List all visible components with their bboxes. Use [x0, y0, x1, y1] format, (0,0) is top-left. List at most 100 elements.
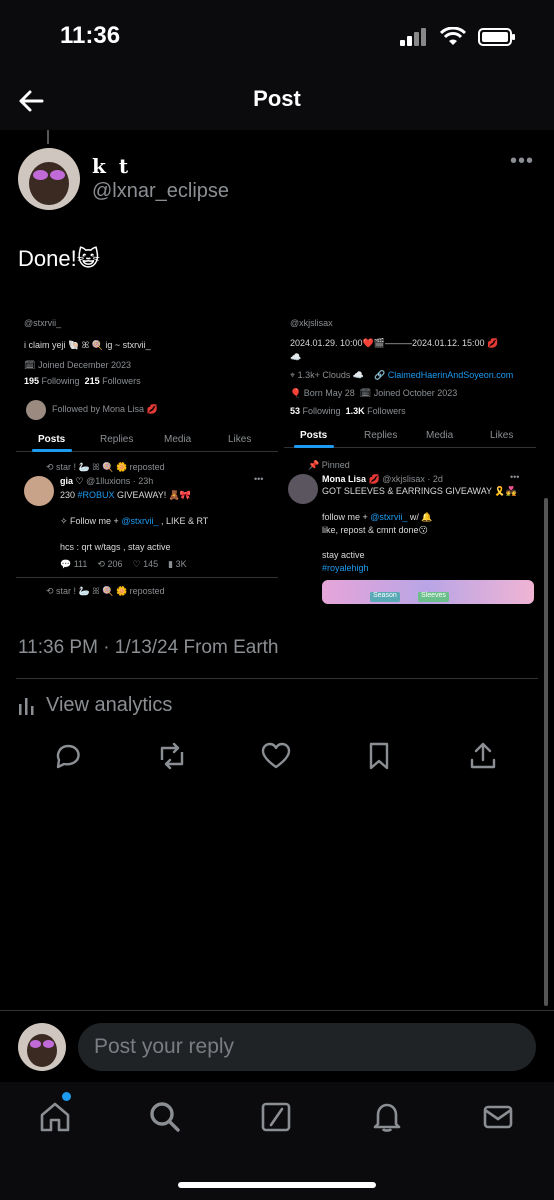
left-tab-replies: Replies [100, 434, 134, 445]
left-like-count: 145 [143, 559, 159, 569]
left-tweet-line2-pre: ✧ Follow me + [60, 516, 122, 526]
cellular-signal-icon [400, 28, 426, 46]
left-follow-counts: 195 Following 215 Followers [24, 376, 141, 386]
left-repost-indicator: ⟲ star ! 🦢 ꕤ 🍭 🌼 reposted [46, 462, 165, 472]
right-following-count: 53 [290, 406, 301, 416]
right-tweet-line2: follow me + @stxrvii_ w/ 🔔 [322, 512, 433, 523]
left-reposted-by-2: star ! 🦢 ꕤ 🍭 🌼 reposted [56, 586, 165, 596]
post-action-bar [0, 740, 554, 776]
right-tab-underline [294, 445, 334, 448]
right-born: 🎈 Born May 28 🗓 Joined October 2023 [290, 388, 458, 398]
top-app-bar: Post [0, 78, 554, 130]
right-tab-replies: Replies [364, 430, 398, 441]
my-avatar [18, 1023, 66, 1071]
bottom-navigation [0, 1082, 554, 1200]
divider-1 [16, 678, 538, 679]
reply-icon[interactable] [52, 740, 84, 772]
right-location: ⌖ 1.3k+ Clouds ☁️ [290, 370, 365, 380]
right-follow-counts: 53 Following 1.3K Followers [290, 406, 406, 416]
post-text: Done!😺 [18, 246, 100, 271]
right-tweet-more-icon: ••• [510, 472, 520, 482]
left-profile-bio: i claim yeji 🐚 ꕤ 🍭 ig ~ stxrvii_ [24, 340, 151, 350]
right-profile-bio: 2024.01.29. 10:00❤️🎬———2024.01.12. 15:00… [290, 338, 499, 348]
right-tweet-line4: stay active [322, 550, 365, 560]
left-tweet-header: gia ♡ @1lluxions · 23h [60, 476, 153, 487]
author-handle[interactable]: @lxnar_eclipse [92, 180, 229, 203]
status-bar: 11:36 [0, 0, 554, 78]
analytics-icon [19, 697, 34, 715]
left-repost-count: 206 [107, 559, 123, 569]
right-profile-tabs: Posts Replies Media Likes [284, 426, 536, 448]
more-options-icon[interactable]: ••• [510, 150, 534, 173]
right-tab-media: Media [426, 430, 454, 441]
left-reply-count: 111 [73, 559, 88, 569]
left-followers-label: Followers [102, 376, 141, 386]
left-tab-media: Media [164, 434, 192, 445]
grok-icon[interactable] [259, 1100, 293, 1134]
media-left-profile: @stxrvii_ i claim yeji 🐚 ꕤ 🍭 ig ~ stxrvi… [16, 298, 278, 604]
right-tweet-name: Mona Lisa 💋 [322, 474, 380, 484]
left-tab-underline [32, 449, 72, 452]
repost-icon[interactable] [156, 740, 188, 772]
home-indicator-bar[interactable] [178, 1182, 376, 1188]
thread-connector [47, 130, 49, 144]
right-tweet-header: Mona Lisa 💋 @xkjslisax · 2d [322, 474, 443, 485]
left-tweet-more-icon: ••• [254, 474, 264, 484]
left-tab-likes: Likes [228, 434, 252, 445]
right-pinned-text: Pinned [321, 460, 350, 470]
right-tweet-image: Season Sleeves [322, 580, 534, 604]
right-followers-label: Followers [367, 406, 406, 416]
right-tweet-line2-post: w/ 🔔 [407, 512, 433, 522]
right-location-text: 1.3k+ Clouds ☁️ [297, 370, 365, 380]
left-joined-text: Joined December 2023 [37, 360, 131, 370]
share-icon[interactable] [467, 740, 499, 772]
right-followers-count: 1.3K [345, 406, 365, 416]
promo-chip-sleeves: Sleeves [418, 592, 449, 602]
left-tweet-line2: ✧ Follow me + @stxrvii_ , LIKE & RT [60, 516, 208, 527]
left-tweet-line1-pre: 230 [60, 490, 78, 500]
messages-envelope-icon[interactable] [481, 1100, 515, 1134]
tweet-avatar-mona [288, 474, 318, 504]
right-tweet-handle: @xkjslisax · 2d [382, 474, 443, 484]
right-tweet-line3: like, repost & cmnt done😗 [322, 525, 428, 535]
status-time: 11:36 [60, 22, 121, 49]
left-tweet-line1-post: GIVEAWAY! 🧸🎀 [114, 490, 192, 500]
right-tab-likes: Likes [490, 430, 514, 441]
notifications-bell-icon[interactable] [370, 1100, 404, 1134]
left-view-count: 3K [175, 559, 187, 569]
like-heart-icon[interactable] [260, 740, 292, 772]
wifi-icon [440, 27, 466, 45]
right-following-label: Following [302, 406, 341, 416]
author-avatar[interactable] [18, 148, 80, 210]
left-tweet-line1-link: #ROBUX [77, 490, 115, 500]
left-tweet-handle: @1lluxions · 23h [86, 476, 154, 486]
left-following-count: 195 [24, 376, 40, 386]
bookmark-icon[interactable] [363, 740, 395, 772]
right-joined-text: Joined October 2023 [373, 388, 458, 398]
left-tweet-line1: 230 #ROBUX GIVEAWAY! 🧸🎀 [60, 490, 191, 501]
right-tweet-hashtag: #royalehigh [322, 563, 369, 573]
right-tweet-line2-link: @stxrvii_ [370, 512, 408, 522]
post-media-image[interactable]: @stxrvii_ i claim yeji 🐚 ꕤ 🍭 ig ~ stxrvi… [16, 298, 536, 604]
scrollbar[interactable] [544, 498, 548, 1006]
left-tweet-divider [16, 577, 278, 578]
left-repost-indicator-2: ⟲ star ! 🦢 ꕤ 🍭 🌼 reposted [46, 586, 165, 596]
post-timestamp: 11:36 PM · 1/13/24 From Earth [18, 637, 279, 658]
search-icon[interactable] [148, 1100, 182, 1134]
home-notification-dot [62, 1092, 71, 1101]
tweet-avatar-gia [24, 476, 54, 506]
author-display-name[interactable]: k t [92, 154, 131, 178]
reply-input[interactable]: Post your reply [78, 1023, 536, 1071]
left-followers-count: 215 [84, 376, 100, 386]
promo-chip-season: Season [370, 592, 400, 602]
view-analytics-link[interactable]: View analytics [18, 694, 172, 717]
home-icon[interactable] [38, 1100, 72, 1134]
left-tab-posts: Posts [38, 434, 66, 445]
view-analytics-label: View analytics [46, 694, 173, 716]
right-website-text: ClaimedHaerinAndSoyeon.com [387, 370, 514, 380]
page-title: Post [253, 86, 301, 111]
left-joined: 🗓 Joined December 2023 [24, 360, 131, 370]
right-website: 🔗 ClaimedHaerinAndSoyeon.com [374, 370, 514, 380]
right-profile-handle: @xkjslisax [290, 318, 333, 328]
left-tweet-line2-link: @stxrvii_ [121, 516, 159, 526]
